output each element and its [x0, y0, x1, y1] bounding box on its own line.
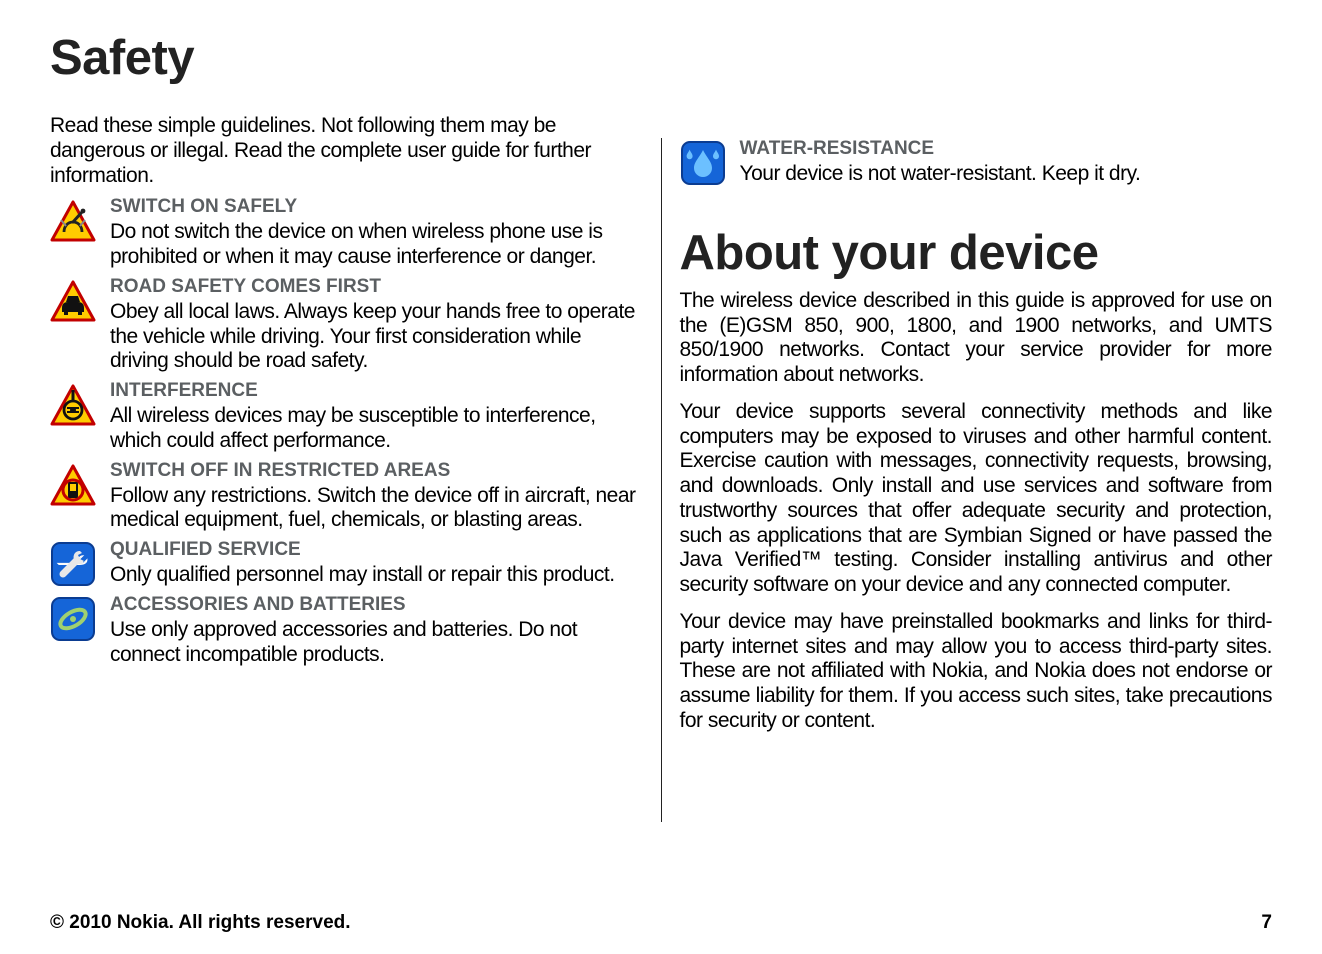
right-column: WATER-RESISTANCE Your device is not wate…: [680, 30, 1273, 882]
safety-item-road: ROAD SAFETY COMES FIRST Obey all local l…: [50, 276, 643, 374]
wrench-icon: [50, 541, 96, 587]
item-title: ACCESSORIES AND BATTERIES: [110, 594, 643, 616]
copyright: © 2010 Nokia. All rights reserved.: [50, 912, 351, 934]
item-body: Follow any restrictions. Switch the devi…: [110, 484, 643, 534]
safety-item-switch-off: SWITCH OFF IN RESTRICTED AREAS Follow an…: [50, 460, 643, 534]
item-body: Only qualified personnel may install or …: [110, 563, 643, 588]
column-divider: [661, 138, 662, 822]
item-body: Your device is not water-resistant. Keep…: [740, 162, 1273, 187]
safety-item-switch-on: SWITCH ON SAFELY Do not switch the devic…: [50, 196, 643, 270]
page-footer: © 2010 Nokia. All rights reserved. 7: [50, 882, 1272, 934]
left-column: Safety Read these simple guidelines. Not…: [50, 30, 643, 882]
item-title: WATER-RESISTANCE: [740, 138, 1273, 160]
switch-off-icon: [50, 462, 96, 508]
about-para-2: Your device supports several connectivit…: [680, 400, 1273, 598]
item-title: SWITCH ON SAFELY: [110, 196, 643, 218]
page-number: 7: [1261, 912, 1272, 934]
about-heading: About your device: [680, 225, 1273, 281]
item-title: QUALIFIED SERVICE: [110, 539, 643, 561]
about-para-1: The wireless device described in this gu…: [680, 289, 1273, 388]
item-title: SWITCH OFF IN RESTRICTED AREAS: [110, 460, 643, 482]
safety-item-accessories: ACCESSORIES AND BATTERIES Use only appro…: [50, 594, 643, 668]
item-body: Do not switch the device on when wireles…: [110, 220, 643, 270]
item-title: INTERFERENCE: [110, 380, 643, 402]
water-icon: [680, 140, 726, 186]
item-title: ROAD SAFETY COMES FIRST: [110, 276, 643, 298]
safety-intro: Read these simple guidelines. Not follow…: [50, 114, 643, 188]
document-page: Safety Read these simple guidelines. Not…: [0, 0, 1322, 954]
item-body: All wireless devices may be susceptible …: [110, 404, 643, 454]
switch-on-icon: [50, 198, 96, 244]
safety-heading: Safety: [50, 30, 643, 86]
two-column-layout: Safety Read these simple guidelines. Not…: [50, 30, 1272, 882]
about-para-3: Your device may have preinstalled bookma…: [680, 610, 1273, 734]
interference-icon: [50, 382, 96, 428]
item-body: Obey all local laws. Always keep your ha…: [110, 300, 643, 374]
road-safety-icon: [50, 278, 96, 324]
safety-item-interference: INTERFERENCE All wireless devices may be…: [50, 380, 643, 454]
accessories-icon: [50, 596, 96, 642]
safety-item-water: WATER-RESISTANCE Your device is not wate…: [680, 138, 1273, 187]
item-body: Use only approved accessories and batter…: [110, 618, 643, 668]
safety-item-service: QUALIFIED SERVICE Only qualified personn…: [50, 539, 643, 588]
